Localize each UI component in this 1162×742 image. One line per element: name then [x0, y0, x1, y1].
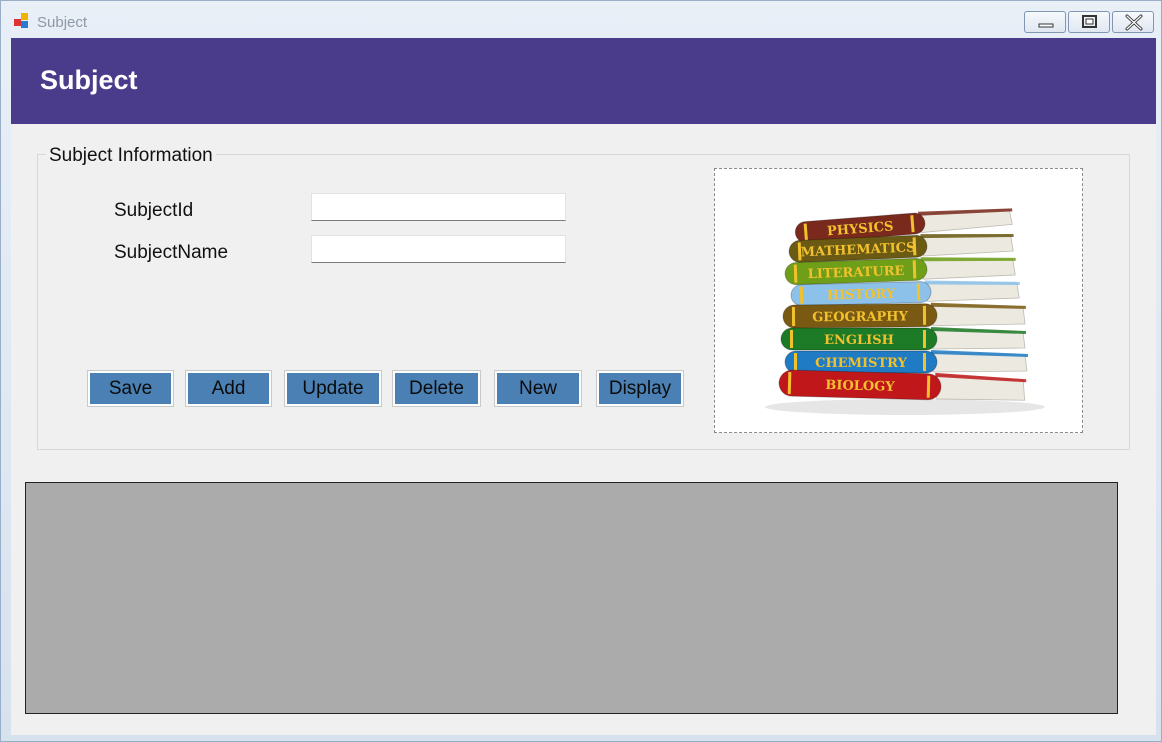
title-bar[interactable]: Subject: [1, 1, 1161, 37]
subject-name-input[interactable]: [311, 235, 566, 263]
minimize-button[interactable]: [1024, 11, 1066, 33]
new-button[interactable]: New: [494, 370, 582, 407]
book-english: ENGLISH: [780, 327, 1026, 351]
book-title-label: HISTORY: [827, 287, 897, 304]
display-button[interactable]: Display: [596, 370, 684, 407]
book-chemistry: CHEMISTRY: [784, 350, 1028, 374]
book-stack-image: PHYSICSMATHEMATICSLITERATUREHISTORYGEOGR…: [765, 208, 1045, 415]
subject-name-label: SubjectName: [114, 242, 229, 263]
form-client-area: Subject Subject Information SubjectId Su…: [11, 38, 1156, 735]
subject-information-group: Subject Information SubjectId SubjectNam…: [37, 145, 1130, 450]
delete-button[interactable]: Delete: [392, 370, 481, 407]
minimize-icon: [1038, 23, 1054, 28]
window-title: Subject: [37, 14, 88, 31]
book-title-label: ENGLISH: [824, 333, 894, 348]
book-title-label: BIOLOGY: [825, 378, 895, 395]
add-button[interactable]: Add: [185, 370, 272, 407]
book-geography: GEOGRAPHY: [782, 302, 1026, 329]
subject-window: Subject Subject Subject Information Subj: [0, 0, 1162, 742]
save-button[interactable]: Save: [87, 370, 174, 407]
maximize-button[interactable]: [1068, 11, 1110, 33]
group-title: Subject Information: [46, 145, 216, 167]
book-biology: BIOLOGY: [778, 369, 1027, 401]
page-title: Subject: [40, 65, 138, 95]
header-banner: Subject: [11, 38, 1156, 124]
close-icon: [1125, 14, 1143, 31]
maximize-icon: [1082, 15, 1097, 28]
book-shadow: [765, 399, 1045, 415]
subject-picture-box: PHYSICS MATHEMATICS LITERATURE HISTORY GEOGR…: [714, 168, 1083, 433]
book-title-label: GEOGRAPHY: [812, 309, 909, 325]
subject-id-label: SubjectId: [114, 200, 194, 221]
app-icon: [14, 13, 32, 31]
subject-id-input[interactable]: [311, 193, 566, 221]
update-button[interactable]: Update: [284, 370, 382, 407]
book-title-label: CHEMISTRY: [815, 356, 907, 371]
subjects-data-grid[interactable]: [25, 482, 1118, 714]
close-button[interactable]: [1112, 11, 1154, 33]
